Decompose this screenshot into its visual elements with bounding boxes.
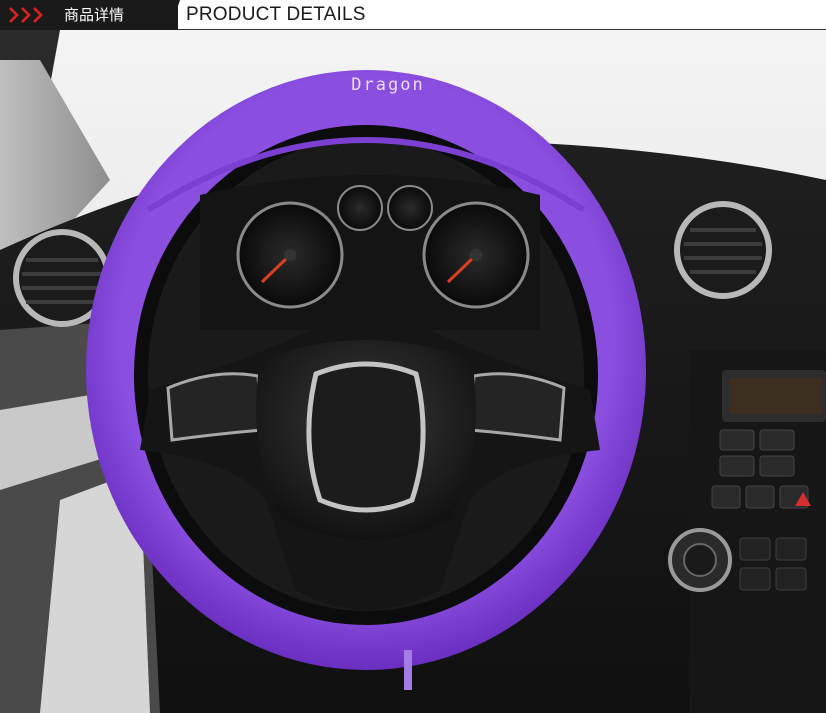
product-details-header: 商品详情 PRODUCT DETAILS bbox=[0, 0, 826, 30]
chevron-right-icon bbox=[9, 7, 43, 23]
brand-logo-text: Dragon bbox=[351, 75, 424, 95]
header-title-en: PRODUCT DETAILS bbox=[186, 4, 366, 25]
product-photo: 204060 80100120 140160180 3456 Drag bbox=[0, 30, 826, 713]
header-tab: 商品详情 bbox=[0, 0, 178, 30]
car-interior-image: 204060 80100120 140160180 3456 Drag bbox=[0, 30, 826, 713]
header-title-cn: 商品详情 bbox=[64, 6, 125, 24]
